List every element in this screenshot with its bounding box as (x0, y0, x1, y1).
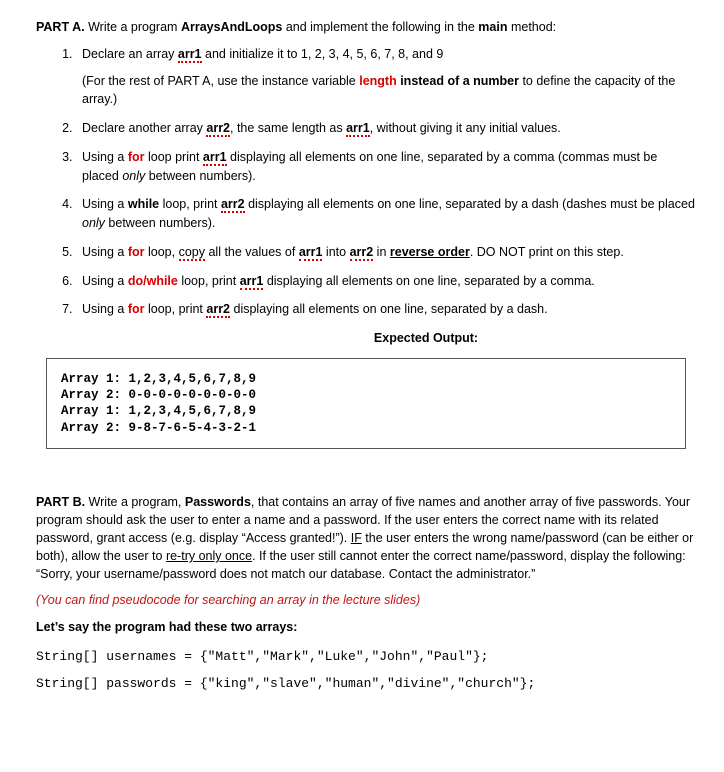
item-5-kw: for (128, 245, 145, 259)
item-4-post: displaying all elements on one line, sep… (245, 197, 695, 211)
part-b-label: PART B. (36, 495, 85, 509)
item-1-length: length (359, 74, 397, 88)
item-2-var2: arr1 (346, 121, 370, 137)
item-2: Declare another array arr2, the same len… (76, 119, 696, 138)
item-4-only: only (82, 216, 105, 230)
part-b-text1: Write a program, (85, 495, 185, 509)
item-5-rev: reverse order (390, 245, 470, 259)
item-5-mid: loop, (145, 245, 179, 259)
item-1-sub-pre: (For the rest of PART A, use the instanc… (82, 74, 359, 88)
part-b-retry: re-try only once (166, 549, 252, 563)
item-7-post: displaying all elements on one line, sep… (230, 302, 548, 316)
item-5-copy: copy (179, 245, 205, 261)
part-a-text2: and implement the following in the (282, 20, 478, 34)
item-2-post: , without giving it any initial values. (370, 121, 561, 135)
item-4: Using a while loop, print arr2 displayin… (76, 195, 696, 233)
item-3-pre: Using a (82, 150, 128, 164)
code-usernames: String[] usernames = {"Matt","Mark","Luk… (36, 647, 696, 667)
part-a-text1: Write a program (85, 20, 181, 34)
part-b-arrays-title: Let’s say the program had these two arra… (36, 618, 696, 637)
part-a-text3: method: (507, 20, 556, 34)
item-4-kw: while (128, 197, 159, 211)
part-a-list: Declare an array arr1 and initialize it … (76, 45, 696, 319)
item-3-mid: loop print (145, 150, 203, 164)
item-5: Using a for loop, copy all the values of… (76, 243, 696, 262)
item-6-pre: Using a (82, 274, 128, 288)
output-line-4: Array 2: 9-8-7-6-5-4-3-2-1 (61, 421, 256, 435)
item-7-var: arr2 (206, 302, 230, 318)
output-line-2: Array 2: 0-0-0-0-0-0-0-0-0 (61, 388, 256, 402)
item-7: Using a for loop, print arr2 displaying … (76, 300, 696, 319)
item-6-kw: do/while (128, 274, 178, 288)
item-5-mid4: in (373, 245, 390, 259)
item-1: Declare an array arr1 and initialize it … (76, 45, 696, 109)
item-3: Using a for loop print arr1 displaying a… (76, 148, 696, 186)
part-a-label: PART A. (36, 20, 85, 34)
item-4-mid: loop, print (159, 197, 221, 211)
item-3-only: only (122, 169, 145, 183)
item-2-pre: Declare another array (82, 121, 206, 135)
item-3-kw: for (128, 150, 145, 164)
item-4-var: arr2 (221, 197, 245, 213)
item-1-sub-mid: instead of a number (397, 74, 519, 88)
item-3-var: arr1 (203, 150, 227, 166)
item-6: Using a do/while loop, print arr1 displa… (76, 272, 696, 291)
item-1-sub: (For the rest of PART A, use the instanc… (82, 72, 696, 110)
item-7-mid: loop, print (145, 302, 207, 316)
item-2-var: arr2 (206, 121, 230, 137)
item-3-post2: between numbers). (145, 169, 255, 183)
expected-output-label: Expected Output: (156, 329, 696, 348)
item-4-post2: between numbers). (105, 216, 215, 230)
part-b-program-name: Passwords (185, 495, 251, 509)
item-5-var2: arr2 (350, 245, 374, 261)
part-a-program-name: ArraysAndLoops (181, 20, 282, 34)
code-passwords: String[] passwords = {"king","slave","hu… (36, 674, 696, 694)
item-6-mid: loop, print (178, 274, 240, 288)
part-a-heading: PART A. Write a program ArraysAndLoops a… (36, 18, 696, 37)
item-5-pre: Using a (82, 245, 128, 259)
part-b-heading: PART B. Write a program, Passwords, that… (36, 493, 696, 584)
item-4-pre: Using a (82, 197, 128, 211)
item-1-pre: Declare an array (82, 47, 178, 61)
item-2-mid: , the same length as (230, 121, 346, 135)
output-line-3: Array 1: 1,2,3,4,5,6,7,8,9 (61, 404, 256, 418)
expected-output-box: Array 1: 1,2,3,4,5,6,7,8,9 Array 2: 0-0-… (46, 358, 686, 449)
part-b-pseudocode-note: (You can find pseudocode for searching a… (36, 591, 696, 610)
item-1-var: arr1 (178, 47, 202, 63)
part-a-main: main (478, 20, 507, 34)
item-7-pre: Using a (82, 302, 128, 316)
item-6-post: displaying all elements on one line, sep… (263, 274, 594, 288)
item-5-mid2: all the values of (205, 245, 299, 259)
item-5-post: . DO NOT print on this step. (470, 245, 624, 259)
part-b-if: IF (351, 531, 362, 545)
item-6-var: arr1 (240, 274, 264, 290)
item-5-var: arr1 (299, 245, 323, 261)
item-5-mid3: into (322, 245, 349, 259)
item-7-kw: for (128, 302, 145, 316)
output-line-1: Array 1: 1,2,3,4,5,6,7,8,9 (61, 372, 256, 386)
item-1-post: and initialize it to 1, 2, 3, 4, 5, 6, 7… (202, 47, 444, 61)
